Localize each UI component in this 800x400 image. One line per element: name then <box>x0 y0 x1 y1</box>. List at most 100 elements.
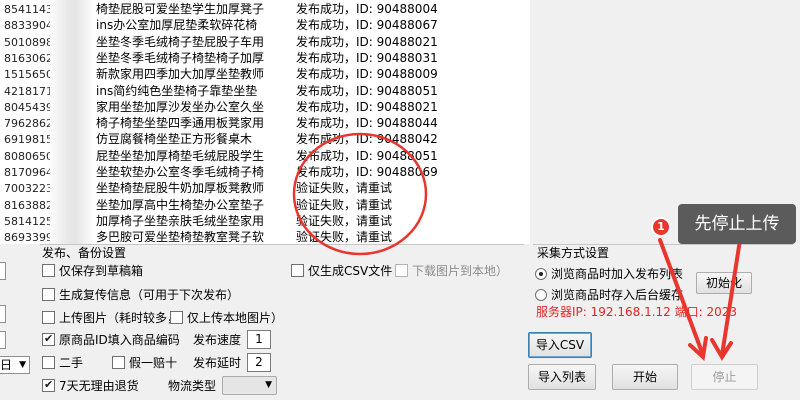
step-number-badge: 1 <box>651 217 671 237</box>
option-publish-list-radio[interactable]: 浏览商品时加入发布列表 <box>535 266 683 282</box>
log-product-id: 85411439 <box>4 3 50 16</box>
log-product-title: 屁垫坐垫加厚椅垫毛绒屁股学生 <box>96 148 265 163</box>
log-status: 发布成功，ID: 90488051 <box>296 83 438 98</box>
log-status: 发布成功，ID: 90488009 <box>296 67 438 82</box>
import-list-button[interactable]: 导入列表 <box>528 364 596 390</box>
log-status: 验证失败，请重试 <box>296 197 393 212</box>
checkbox-box[interactable] <box>170 311 183 324</box>
left-combo-fragment[interactable]: 日 ▼ <box>0 356 30 374</box>
log-product-id: 50108988 <box>4 35 50 49</box>
checkbox-box[interactable] <box>42 288 55 301</box>
left-field-fragment-1[interactable] <box>0 262 6 280</box>
stop-button[interactable]: 停止 <box>691 364 758 390</box>
checkbox-box[interactable] <box>42 311 55 324</box>
checkbox-box[interactable] <box>42 356 55 369</box>
only-generate-csv-checkbox[interactable]: 仅生成CSV文件（ <box>291 263 404 279</box>
log-product-title: 新款家用四季加大加厚坐垫教师 <box>96 67 265 82</box>
checkbox-box-checked[interactable] <box>42 331 55 347</box>
log-product-id: 81709648 <box>4 166 50 179</box>
chevron-down-icon: ▼ <box>19 360 26 370</box>
upload-images-checkbox[interactable]: 上传图片（耗时较多， <box>42 310 179 326</box>
log-product-id: 15156509 <box>4 68 50 82</box>
log-product-title: 加厚椅子坐垫亲肤毛绒坐垫家用 <box>96 213 265 228</box>
log-product-title: 坐垫加厚高中生椅垫办公室垫子 <box>96 197 265 212</box>
checkbox-box[interactable] <box>112 356 125 369</box>
radio-unselected[interactable] <box>535 289 547 301</box>
server-ip-text: 服务器IP: 192.168.1.12 端口: 2023 <box>536 305 738 319</box>
left-field-fragment-2[interactable] <box>0 305 6 323</box>
log-product-id: 58141250 <box>4 214 50 228</box>
log-product-title: 多巴胺可爱坐垫椅垫教室凳子软 <box>96 230 265 244</box>
logistics-type-select[interactable]: ▼ <box>222 376 277 395</box>
log-status: 发布成功，ID: 90488042 <box>296 132 438 147</box>
left-combo-text: 日 <box>0 358 13 372</box>
log-status: 验证失败，请重试 <box>296 213 393 228</box>
log-product-title: ins简约纯色坐垫椅子靠垫坐垫 <box>96 83 258 98</box>
log-product-title: 坐垫椅垫屁股牛奶加厚板凳教师 <box>96 181 265 196</box>
log-product-id: 86933994 <box>4 231 50 244</box>
log-product-id: 88339040 <box>4 19 50 33</box>
log-status: 验证失败，请重试 <box>296 181 393 196</box>
log-status: 发布成功，ID: 90488031 <box>296 50 438 65</box>
second-hand-checkbox[interactable]: 二手 <box>42 355 83 371</box>
radio-selected[interactable] <box>535 268 547 280</box>
log-status: 发布成功，ID: 90488004 <box>296 2 438 16</box>
log-product-title: 家用坐垫加厚沙发坐办公室久坐 <box>96 99 265 114</box>
log-status: 发布成功，ID: 90488051 <box>296 148 438 163</box>
seven-day-return-checkbox[interactable]: 7天无理由退货 <box>42 377 139 394</box>
only-generate-csv-label: 仅生成CSV文件（ <box>308 264 405 278</box>
log-status: 发布成功，ID: 90488021 <box>296 99 438 114</box>
start-button[interactable]: 开始 <box>612 364 678 390</box>
log-product-id: 80806508 <box>4 149 50 163</box>
checkbox-box-checked[interactable] <box>42 377 55 393</box>
log-product-title: 仿豆腐餐椅坐垫正方形餐桌木 <box>96 132 253 147</box>
checkbox-box[interactable] <box>291 264 304 277</box>
seven-day-return-label: 7天无理由退货 <box>59 379 139 393</box>
fake-one-pay-ten-checkbox[interactable]: 假一赔十 <box>112 355 177 371</box>
annotation-label: 先停止上传 <box>678 204 796 244</box>
only-upload-local-checkbox[interactable]: 仅上传本地图片） <box>170 310 283 326</box>
publish-speed-label: 发布速度 <box>193 333 242 347</box>
log-product-title: 坐垫冬季毛绒椅子椅垫椅子加厚 <box>96 50 265 65</box>
log-product-id: 81638826 <box>4 198 50 212</box>
log-product-id: 42181713 <box>4 84 50 98</box>
only-save-draft-label: 仅保存到草稿箱 <box>59 264 144 278</box>
log-product-title: 坐垫软垫办公室冬季毛绒椅子椅 <box>96 165 265 179</box>
only-upload-local-label: 仅上传本地图片） <box>187 311 284 325</box>
log-status: 发布成功，ID: 90488044 <box>296 116 438 131</box>
log-product-title: 坐垫冬季毛绒椅子垫屁股子车用 <box>96 34 265 49</box>
log-product-id: 69198155 <box>4 133 50 147</box>
logistics-type-label: 物流类型 <box>168 379 217 393</box>
settings-group-title: 发布、备份设置 <box>42 246 127 260</box>
log-status: 验证失败，请重试 <box>296 230 393 244</box>
log-status: 发布成功，ID: 90488069 <box>296 165 438 179</box>
second-hand-label: 二手 <box>59 356 84 370</box>
generate-reupload-info-checkbox[interactable]: 生成复传信息（可用于下次发布） <box>42 287 239 303</box>
log-product-title: 椅子椅垫坐垫四季通用板凳家用 <box>96 116 265 131</box>
import-csv-button[interactable]: 导入CSV <box>528 332 592 358</box>
publish-delay-input[interactable]: 2 <box>247 353 271 372</box>
left-field-fragment-3[interactable] <box>0 331 6 349</box>
checkbox-box-disabled[interactable] <box>395 264 408 277</box>
log-product-id: 81630620 <box>4 51 50 65</box>
log-product-id: 80454397 <box>4 100 50 114</box>
publish-log-list[interactable]: 85411439 椅垫屁股可爱坐垫学生加厚凳子 发布成功，ID: 90488004 8… <box>0 0 530 244</box>
publish-delay-label: 发布延时 <box>193 356 242 370</box>
log-status: 发布成功，ID: 90488067 <box>296 18 438 33</box>
publish-speed-input[interactable]: 1 <box>247 330 271 349</box>
option-backend-cache-label: 浏览商品时存入后台缓存 <box>551 288 684 302</box>
blurred-column <box>48 0 94 244</box>
init-button[interactable]: 初始化 <box>696 272 752 294</box>
method-group-title: 采集方式设置 <box>537 246 610 260</box>
generate-reupload-info-label: 生成复传信息（可用于下次发布） <box>59 288 240 302</box>
fill-original-id-label: 原商品ID填入商品编码 <box>59 333 180 347</box>
option-backend-cache-radio[interactable]: 浏览商品时存入后台缓存 <box>535 287 683 303</box>
download-images-local-checkbox[interactable]: 下载图片到本地） <box>395 263 508 279</box>
option-publish-list-label: 浏览商品时加入发布列表 <box>551 267 684 281</box>
log-product-id: 70032239 <box>4 182 50 196</box>
checkbox-box[interactable] <box>42 264 55 277</box>
download-images-local-label: 下载图片到本地） <box>412 264 509 278</box>
upload-images-label: 上传图片（耗时较多， <box>59 311 180 325</box>
only-save-draft-checkbox[interactable]: 仅保存到草稿箱 <box>42 263 143 279</box>
fill-original-id-checkbox[interactable]: 原商品ID填入商品编码 <box>42 331 180 348</box>
